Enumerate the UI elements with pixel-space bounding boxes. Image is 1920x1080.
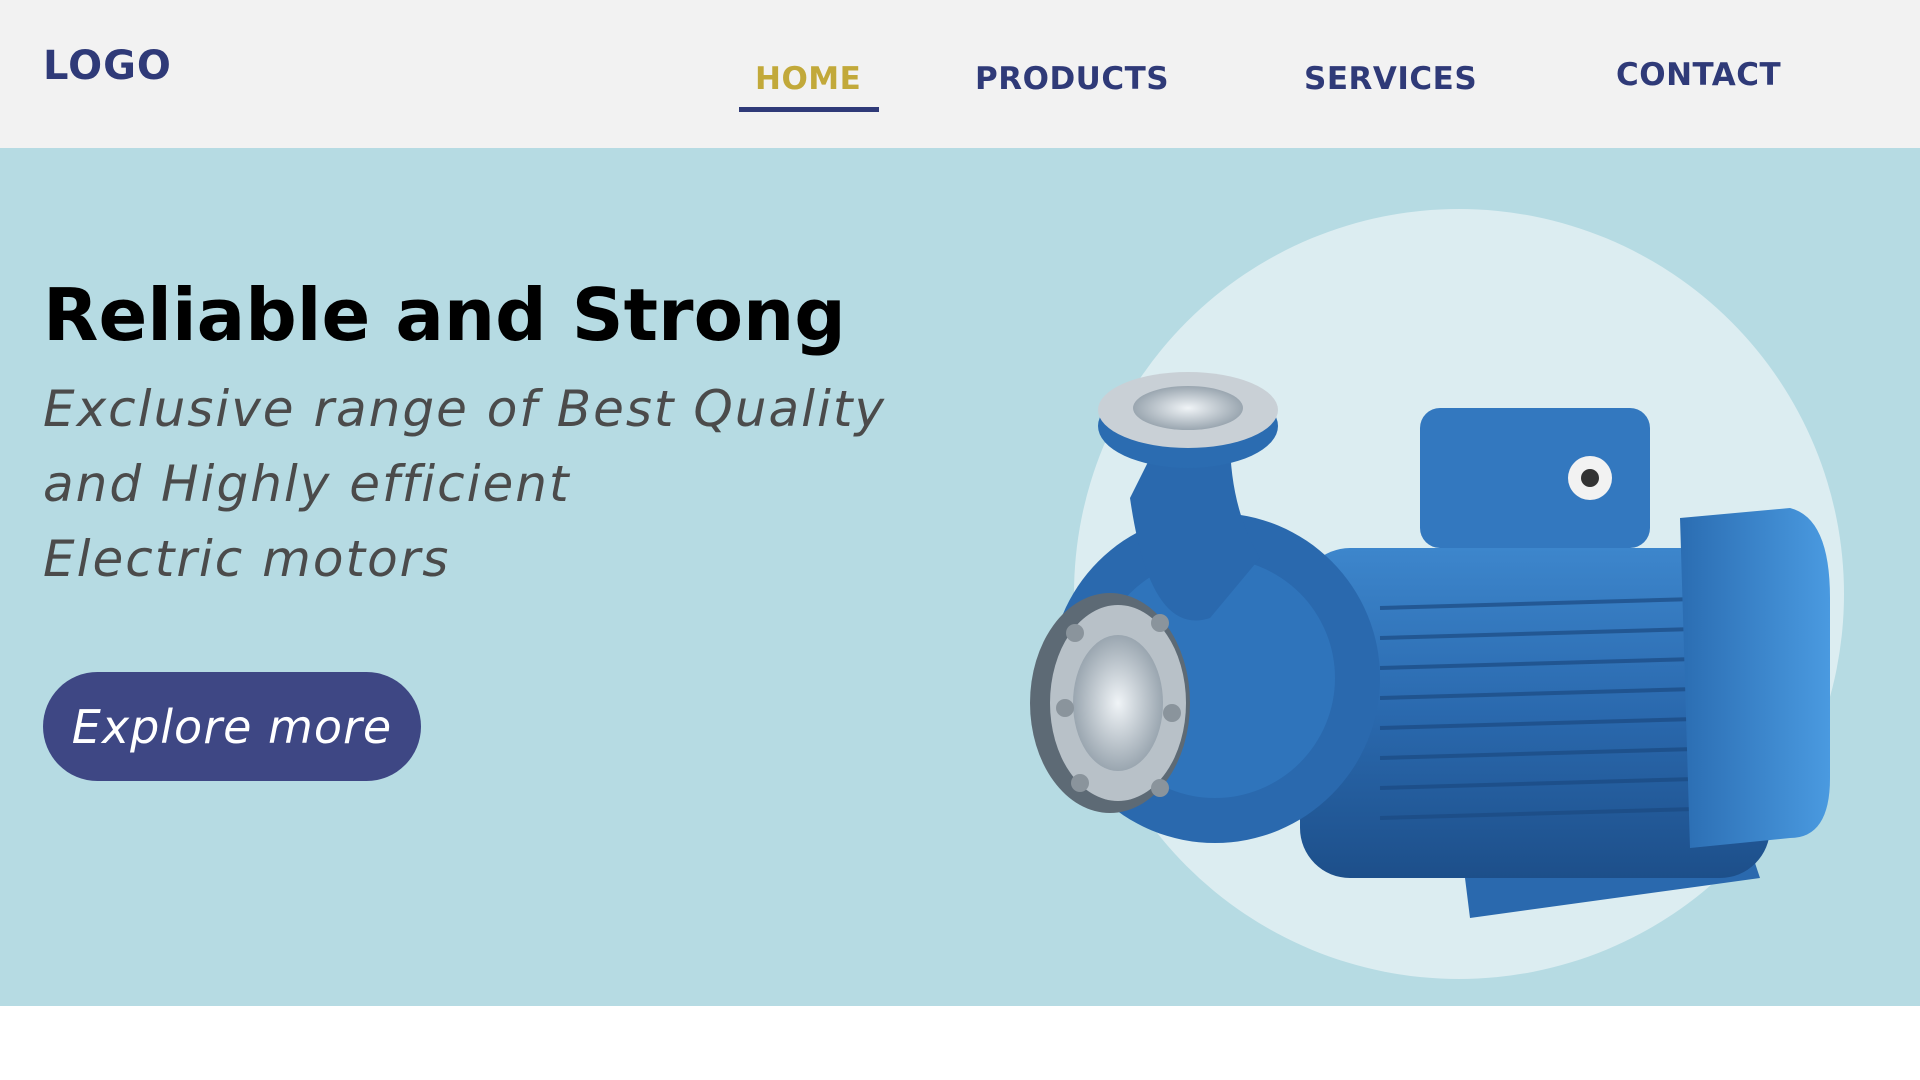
site-header: LOGO HOME PRODUCTS SERVICES CONTACT xyxy=(0,0,1920,148)
explore-more-button[interactable]: Explore more xyxy=(43,672,421,781)
hero-subtitle-line-3: Electric motors xyxy=(43,530,451,588)
hero-title: Reliable and Strong xyxy=(43,273,846,357)
nav-home[interactable]: HOME xyxy=(755,61,861,97)
hero-section: Reliable and Strong Exclusive range of B… xyxy=(0,148,1920,1006)
logo[interactable]: LOGO xyxy=(43,43,172,89)
hero-subtitle-line-1: Exclusive range of Best Quality xyxy=(43,380,887,438)
pump-motor-image xyxy=(1030,372,1830,918)
nav-products[interactable]: PRODUCTS xyxy=(975,61,1169,97)
nav-active-underline xyxy=(739,107,879,112)
hero-subtitle-line-2: and Highly efficient xyxy=(43,455,571,513)
nav-contact[interactable]: CONTACT xyxy=(1616,57,1781,93)
nav-services[interactable]: SERVICES xyxy=(1304,61,1477,97)
